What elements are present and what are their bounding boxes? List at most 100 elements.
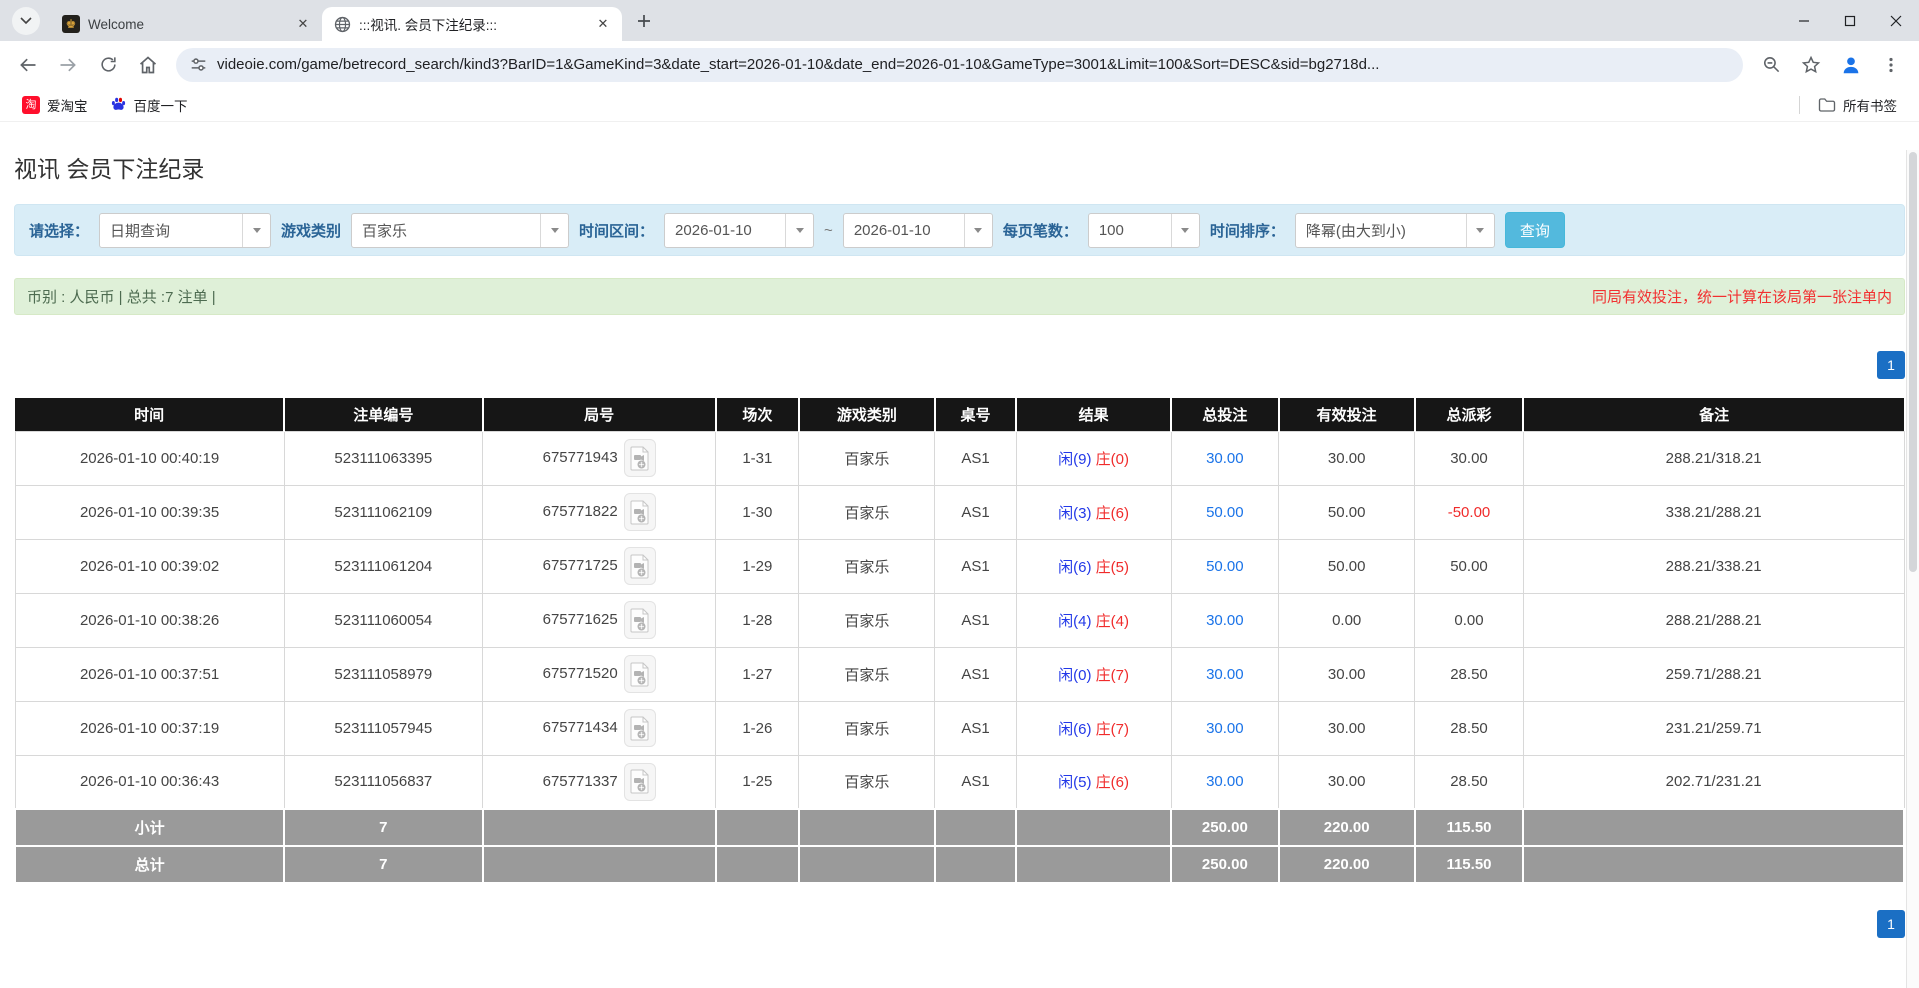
cell-game-kind: 百家乐	[799, 539, 935, 593]
cell-result: 闲(6) 庄(7)	[1016, 701, 1171, 755]
column-header: 备注	[1523, 398, 1904, 431]
video-replay-button[interactable]	[624, 655, 656, 693]
tab-close-icon[interactable]: ✕	[294, 15, 312, 33]
address-bar[interactable]: videoie.com/game/betrecord_search/kind3?…	[176, 48, 1743, 82]
video-replay-button[interactable]	[624, 601, 656, 639]
back-arrow-icon	[18, 55, 38, 75]
table-row: 2026-01-10 00:40:19523111063395675771943…	[15, 431, 1904, 485]
maximize-button[interactable]	[1827, 0, 1873, 41]
cell-bet-id: 523111063395	[284, 431, 482, 485]
date-end-value: 2026-01-10	[844, 214, 964, 247]
video-file-icon	[630, 716, 650, 741]
date-start-input[interactable]: 2026-01-10	[664, 213, 814, 248]
pagination-page-1-top[interactable]: 1	[1877, 351, 1905, 379]
total-bet-link[interactable]: 50.00	[1206, 504, 1244, 521]
total-bet-link[interactable]: 50.00	[1206, 558, 1244, 575]
reload-button[interactable]	[90, 47, 126, 83]
cell-note: 288.21/318.21	[1523, 431, 1904, 485]
dropdown-arrow-icon[interactable]	[540, 214, 568, 247]
search-button[interactable]: 查询	[1505, 212, 1565, 248]
scrollbar[interactable]	[1906, 150, 1919, 988]
bookmark-star-button[interactable]	[1793, 47, 1829, 83]
pagination-page-1-bottom[interactable]: 1	[1877, 910, 1905, 938]
cell-valid-bet: 0.00	[1279, 593, 1415, 647]
menu-button[interactable]	[1873, 47, 1909, 83]
profile-avatar[interactable]	[1833, 47, 1869, 83]
date-range-label: 时间区间：	[579, 220, 654, 241]
cell-time: 2026-01-10 00:39:35	[15, 485, 284, 539]
tab-search-button[interactable]	[12, 7, 40, 35]
video-replay-button[interactable]	[624, 439, 656, 477]
table-row: 2026-01-10 00:37:51523111058979675771520…	[15, 647, 1904, 701]
home-button[interactable]	[130, 47, 166, 83]
tab-close-icon[interactable]: ✕	[594, 15, 612, 33]
cell-total-bet: 30.00	[1171, 647, 1279, 701]
back-button[interactable]	[10, 47, 46, 83]
total-cell-1: 7	[284, 846, 482, 883]
close-icon	[1890, 15, 1902, 27]
sort-label: 时间排序：	[1210, 220, 1285, 241]
tab-bet-record[interactable]: :::视讯. 会员下注纪录::: ✕	[322, 7, 622, 41]
video-replay-button[interactable]	[624, 763, 656, 801]
browser-toolbar: videoie.com/game/betrecord_search/kind3?…	[0, 41, 1919, 88]
cell-total-bet: 50.00	[1171, 539, 1279, 593]
column-header: 桌号	[935, 398, 1016, 431]
site-settings-tune-icon	[190, 56, 207, 73]
dropdown-arrow-icon[interactable]	[242, 214, 270, 247]
total-cell-10	[1523, 846, 1904, 883]
subtotal-cell-5	[935, 809, 1016, 846]
cell-round: 675771822	[483, 485, 716, 539]
cell-game-kind: 百家乐	[799, 647, 935, 701]
per-page-select[interactable]: 100	[1088, 213, 1200, 248]
subtotal-cell-0: 小计	[15, 809, 284, 846]
video-replay-button[interactable]	[624, 493, 656, 531]
query-type-select[interactable]: 日期查询	[99, 213, 271, 248]
cell-valid-bet: 30.00	[1279, 701, 1415, 755]
cell-result: 闲(9) 庄(0)	[1016, 431, 1171, 485]
video-replay-button[interactable]	[624, 709, 656, 747]
close-window-button[interactable]	[1873, 0, 1919, 41]
cell-table-id: AS1	[935, 701, 1016, 755]
game-kind-select[interactable]: 百家乐	[351, 213, 569, 248]
total-cell-8: 220.00	[1279, 846, 1415, 883]
total-cell-2	[483, 846, 716, 883]
total-bet-link[interactable]: 30.00	[1206, 612, 1244, 629]
home-icon	[138, 55, 158, 75]
bookmark-aitaobao[interactable]: 淘 爱淘宝	[14, 92, 96, 118]
cell-result: 闲(0) 庄(7)	[1016, 647, 1171, 701]
result-banker: 庄(7)	[1096, 667, 1129, 684]
cell-valid-bet: 30.00	[1279, 431, 1415, 485]
all-bookmarks-button[interactable]: 所有书签	[1810, 92, 1905, 118]
column-header: 有效投注	[1279, 398, 1415, 431]
video-replay-button[interactable]	[624, 547, 656, 585]
total-bet-link[interactable]: 30.00	[1206, 720, 1244, 737]
zoom-button[interactable]	[1753, 47, 1789, 83]
dropdown-arrow-icon[interactable]	[1466, 214, 1494, 247]
column-header: 时间	[15, 398, 284, 431]
cell-time: 2026-01-10 00:37:19	[15, 701, 284, 755]
dropdown-arrow-icon[interactable]	[785, 214, 813, 247]
column-header: 注单编号	[284, 398, 482, 431]
cell-time: 2026-01-10 00:37:51	[15, 647, 284, 701]
total-bet-link[interactable]: 30.00	[1206, 450, 1244, 467]
new-tab-button[interactable]	[630, 7, 658, 35]
cell-game-kind: 百家乐	[799, 593, 935, 647]
tab-welcome[interactable]: ♚ Welcome ✕	[50, 7, 322, 41]
total-cell-7: 250.00	[1171, 846, 1279, 883]
total-bet-link[interactable]: 30.00	[1206, 773, 1244, 790]
subtotal-cell-4	[799, 809, 935, 846]
total-bet-link[interactable]: 30.00	[1206, 666, 1244, 683]
baidu-paw-icon	[110, 96, 127, 113]
dropdown-arrow-icon[interactable]	[964, 214, 992, 247]
bookmarks-bar: 淘 爱淘宝 百度一下 所有书签	[0, 88, 1919, 122]
sort-select[interactable]: 降幂(由大到小)	[1295, 213, 1495, 248]
subtotal-cell-10	[1523, 809, 1904, 846]
bookmark-baidu[interactable]: 百度一下	[102, 92, 196, 118]
minimize-button[interactable]	[1781, 0, 1827, 41]
forward-button[interactable]	[50, 47, 86, 83]
cell-time: 2026-01-10 00:38:26	[15, 593, 284, 647]
dropdown-arrow-icon[interactable]	[1171, 214, 1199, 247]
table-row: 2026-01-10 00:38:26523111060054675771625…	[15, 593, 1904, 647]
scrollbar-thumb[interactable]	[1909, 152, 1917, 572]
date-end-input[interactable]: 2026-01-10	[843, 213, 993, 248]
